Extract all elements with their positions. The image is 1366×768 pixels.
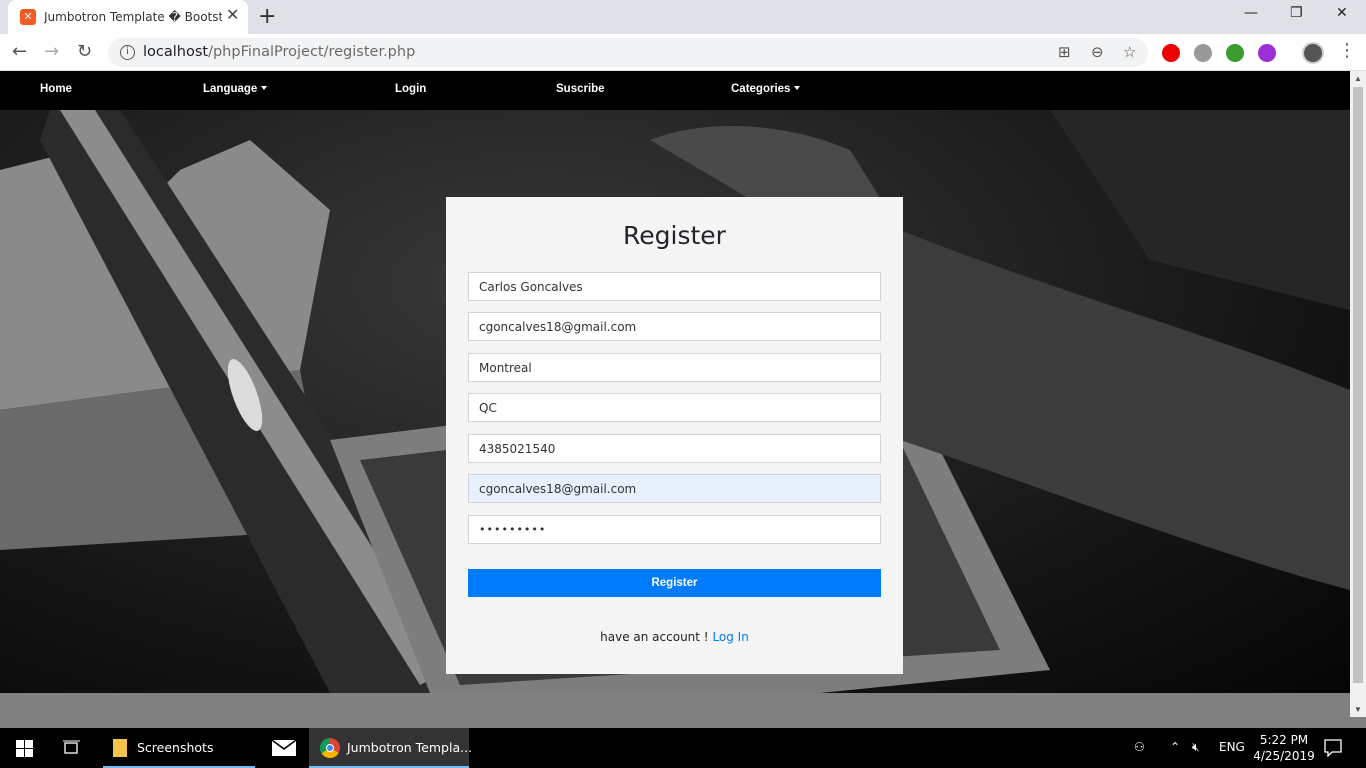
new-tab-button[interactable]: + (258, 4, 276, 30)
taskbar-chrome-label: Jumbotron Templa... (347, 740, 473, 755)
back-arrow-icon[interactable]: ← (12, 41, 27, 63)
nav-language[interactable]: Language (203, 83, 268, 95)
register-button[interactable]: Register (468, 569, 881, 597)
account-prompt: have an account ! Log In (446, 630, 903, 644)
nav-language-label: Language (203, 83, 258, 95)
login-link[interactable]: Log In (712, 630, 748, 644)
caret-down-icon (794, 86, 801, 90)
chevron-up-icon[interactable]: ⌃ (1170, 740, 1180, 754)
restore-button[interactable]: ❐ (1290, 5, 1303, 21)
nav-subscribe[interactable]: Suscribe (556, 83, 605, 95)
url-host: localhost (143, 44, 209, 60)
task-view-icon[interactable] (63, 740, 80, 756)
tab-strip: ✕ Jumbotron Template � Bootstrap ✕ + — ❐… (0, 0, 1366, 34)
taskbar-chrome[interactable]: Jumbotron Templa... (309, 728, 473, 768)
url-path: /phpFinalProject/register.php (208, 44, 416, 60)
account-text: have an account ! (600, 630, 709, 644)
minimize-button[interactable]: — (1244, 5, 1258, 21)
reload-icon[interactable]: ↻ (77, 41, 92, 63)
browser-tab[interactable]: ✕ Jumbotron Template � Bootstrap ✕ (8, 0, 248, 34)
nav-categories[interactable]: Categories (731, 83, 801, 95)
menu-kebab-icon[interactable]: ⋮ (1338, 40, 1356, 62)
page-scrollbar[interactable]: ▲ ▼ (1350, 71, 1366, 717)
zoom-icon[interactable]: ⊖ (1091, 43, 1104, 61)
address-bar[interactable]: i localhost/phpFinalProject/register.php… (108, 38, 1148, 67)
phone-field[interactable]: 4385021540 (468, 434, 881, 463)
scrollbar-thumb[interactable] (1353, 87, 1363, 683)
email-field[interactable]: cgoncalves18@gmail.com (468, 312, 881, 341)
scroll-down-icon[interactable]: ▼ (1354, 705, 1362, 714)
folder-icon (113, 739, 127, 757)
translate-icon[interactable]: ⊞ (1058, 43, 1071, 61)
volume-muted-icon[interactable]: 🔇︎ (1192, 740, 1200, 755)
page-title: Register (623, 221, 726, 250)
tab-close-icon[interactable]: ✕ (226, 7, 239, 25)
taskbar-screenshots[interactable]: Screenshots (103, 728, 255, 768)
taskbar-screenshots-label: Screenshots (137, 740, 214, 755)
adblock-extension-icon[interactable] (1162, 44, 1180, 62)
url-text[interactable]: localhost/phpFinalProject/register.php (143, 44, 415, 60)
email-confirm-field[interactable]: cgoncalves18@gmail.com (468, 474, 881, 503)
bug-extension-icon[interactable] (1194, 44, 1212, 62)
clock-date: 4/25/2019 (1253, 749, 1315, 763)
chrome-icon (320, 738, 340, 758)
name-field[interactable]: Carlos Goncalves (468, 272, 881, 301)
browser-toolbar: ← → ↻ i localhost/phpFinalProject/regist… (0, 34, 1366, 71)
taskbar: Screenshots Jumbotron Templa... ⚇ ⌃ 🔇︎ E… (0, 728, 1366, 768)
mail-icon (272, 740, 296, 756)
clock[interactable]: 5:22 PM 4/25/2019 (1252, 732, 1316, 764)
city-field[interactable]: Montreal (468, 353, 881, 382)
bookmark-star-icon[interactable]: ☆ (1123, 43, 1136, 61)
window-close-button[interactable]: ✕ (1336, 5, 1348, 21)
province-field[interactable]: QC (468, 393, 881, 422)
nav-home[interactable]: Home (40, 83, 72, 95)
site-navbar: Home Language Login Suscribe Categories (0, 71, 1350, 110)
page-viewport: Home Language Login Suscribe Categories … (0, 71, 1350, 717)
purple-extension-icon[interactable] (1258, 44, 1276, 62)
password-field[interactable]: ••••••••• (468, 515, 881, 544)
notifications-icon[interactable] (1324, 739, 1342, 757)
scroll-up-icon[interactable]: ▲ (1354, 74, 1362, 83)
nav-login[interactable]: Login (395, 83, 426, 95)
tree-extension-icon[interactable] (1226, 44, 1244, 62)
hero-background: Register Carlos Goncalves cgoncalves18@g… (0, 110, 1350, 693)
language-indicator[interactable]: ENG (1219, 740, 1245, 754)
profile-avatar[interactable] (1302, 42, 1324, 64)
clock-time: 5:22 PM (1259, 733, 1309, 747)
tab-title: Jumbotron Template � Bootstrap (44, 10, 222, 24)
windows-start-icon[interactable] (16, 740, 33, 757)
nav-categories-label: Categories (731, 83, 791, 95)
caret-down-icon (261, 86, 268, 90)
people-icon[interactable]: ⚇ (1134, 740, 1145, 754)
info-icon[interactable]: i (120, 45, 135, 60)
register-card: Register Carlos Goncalves cgoncalves18@g… (446, 197, 903, 674)
xampp-icon: ✕ (20, 9, 36, 25)
taskbar-mail[interactable] (258, 728, 308, 768)
forward-arrow-icon[interactable]: → (44, 41, 59, 63)
